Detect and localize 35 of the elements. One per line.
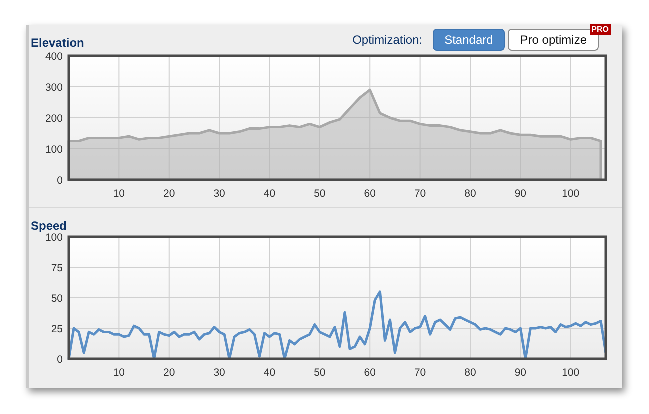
- tick-label: 80: [464, 367, 476, 379]
- tick-label: 30: [214, 188, 226, 200]
- tick-label: 25: [51, 324, 63, 336]
- chart-title: Elevation: [31, 35, 84, 52]
- tick-label: 50: [314, 367, 326, 379]
- tick-label: 60: [364, 367, 376, 379]
- tick-label: 60: [364, 188, 376, 200]
- tick-label: 50: [51, 293, 63, 305]
- tick-label: 0: [57, 175, 63, 187]
- tick-label: 50: [314, 188, 326, 200]
- tick-label: 100: [45, 144, 63, 156]
- pro-badge: PRO: [590, 24, 611, 35]
- tick-label: 40: [264, 367, 276, 379]
- tick-label: 90: [514, 188, 527, 200]
- tick-label: 0: [57, 354, 63, 366]
- tick-label: 100: [562, 367, 580, 379]
- tick-label: 10: [113, 367, 126, 379]
- tick-label: 300: [45, 82, 63, 94]
- option-button[interactable]: Standard: [432, 29, 506, 51]
- optimization-label: Optimization:: [352, 32, 423, 49]
- tick-label: 100: [562, 188, 580, 200]
- chart-title: Speed: [31, 219, 68, 233]
- tick-label: 20: [164, 367, 176, 379]
- tick-label: 400: [45, 52, 63, 63]
- tick-label: 70: [414, 188, 426, 200]
- tick-label: 70: [414, 367, 426, 379]
- tick-label: 80: [464, 188, 476, 200]
- tick-label: 40: [264, 188, 276, 200]
- tick-label: 100: [45, 232, 63, 244]
- tick-label: 10: [113, 188, 126, 200]
- tick-label: 90: [514, 367, 527, 379]
- tick-label: 200: [45, 113, 63, 125]
- tick-label: 20: [164, 188, 176, 200]
- tick-label: 30: [214, 367, 226, 379]
- tick-label: 75: [51, 262, 63, 274]
